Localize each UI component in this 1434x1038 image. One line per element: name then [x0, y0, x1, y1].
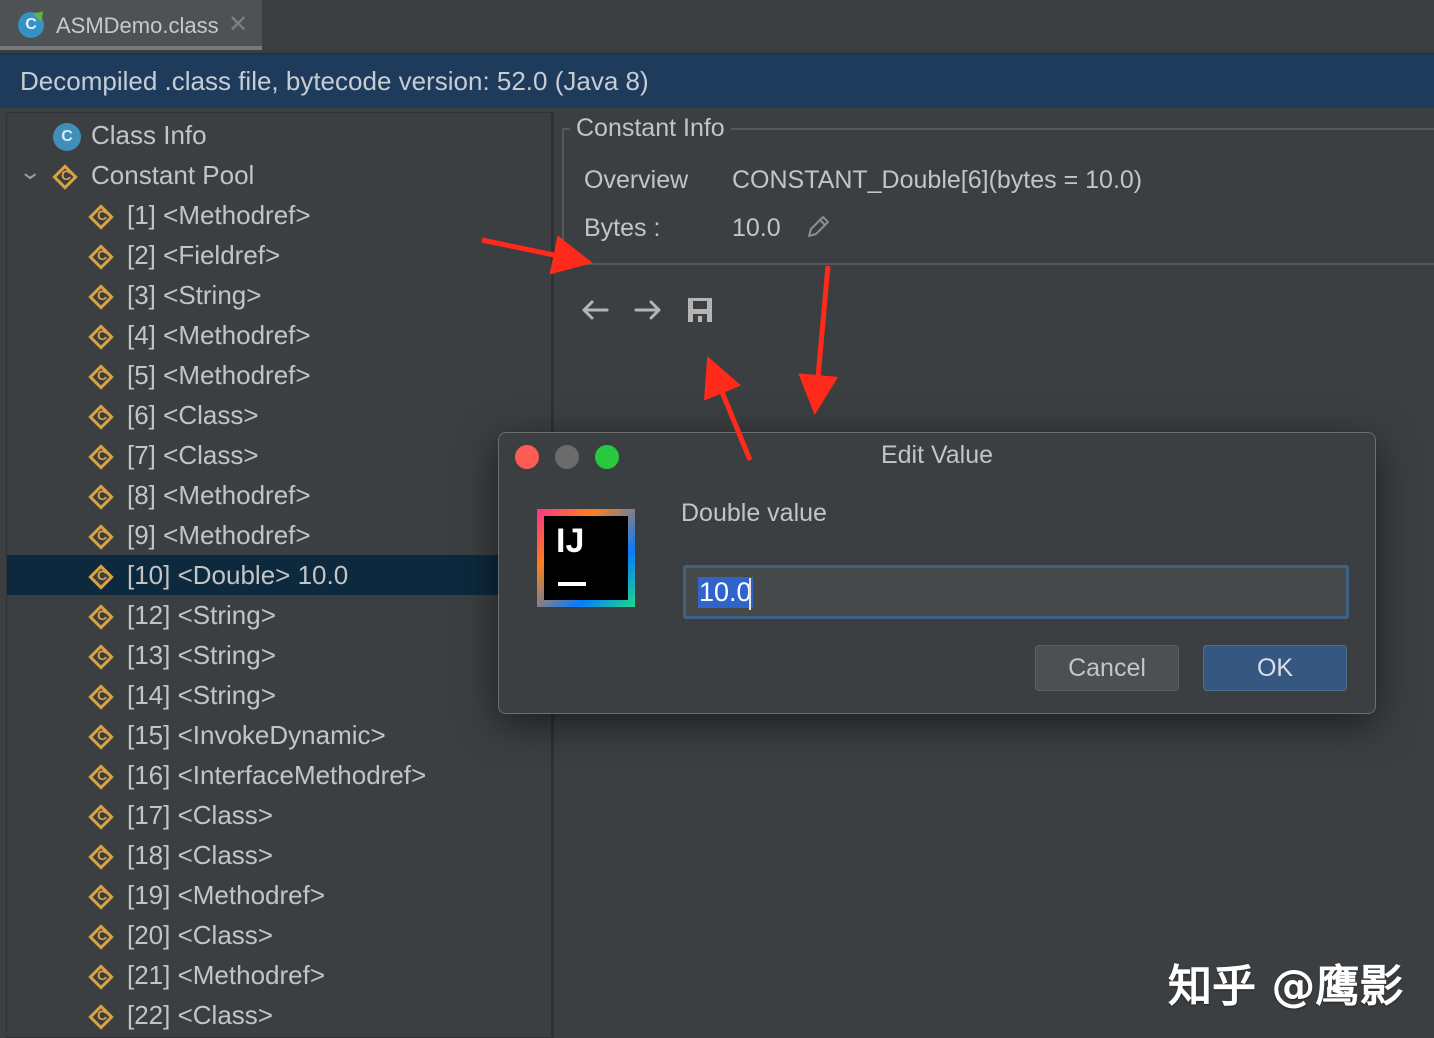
tree-item-constant[interactable]: C [15] <InvokeDynamic> [7, 715, 551, 755]
constant-icon: C [88, 924, 115, 951]
close-icon[interactable]: ✕ [228, 10, 248, 39]
tree-item-label: [12] <String> [127, 600, 276, 630]
tree-item-constant[interactable]: C [10] <Double> 10.0 [7, 555, 551, 595]
constant-icon: C [88, 244, 115, 271]
edit-value-dialog: Edit Value IJ Double value 10.0 Cancel O… [498, 432, 1376, 714]
arrow-right-icon[interactable] [631, 293, 665, 327]
constant-icon: C [88, 724, 115, 751]
tree-item-constant[interactable]: C [13] <String> [7, 635, 551, 675]
intellij-logo-icon: IJ [537, 509, 635, 607]
tree-item-constant[interactable]: C [22] <Class> [7, 995, 551, 1035]
tree-item-constant[interactable]: C [12] <String> [7, 595, 551, 635]
tree-item-label: Constant Pool [91, 160, 255, 190]
tab-asmdemo-class[interactable]: C ASMDemo.class ✕ [0, 0, 262, 50]
tree-item-label: [2] <Fieldref> [127, 240, 281, 270]
tree-item-constant[interactable]: C [5] <Methodref> [7, 355, 551, 395]
constant-icon: C [88, 644, 115, 671]
double-value-input[interactable]: 10.0 [683, 565, 1349, 619]
constant-icon: C [88, 804, 115, 831]
tree-item-constant[interactable]: C [6] <Class> [7, 395, 551, 435]
bytes-value: 10.0 [732, 214, 781, 242]
tree-item-label: [19] <Methodref> [127, 880, 326, 910]
constant-icon: C [88, 884, 115, 911]
tree-item-label: [6] <Class> [127, 400, 259, 430]
tree-item-constant[interactable]: C [14] <String> [7, 675, 551, 715]
constant-icon: C [88, 1004, 115, 1031]
constant-icon: C [88, 484, 115, 511]
input-selected-text: 10.0 [698, 577, 753, 608]
save-icon[interactable] [683, 293, 717, 327]
tree-item-label: [4] <Methodref> [127, 320, 311, 350]
constant-icon: C [88, 604, 115, 631]
tree-item-label: [8] <Methodref> [127, 480, 311, 510]
tree-item-constant[interactable]: C [8] <Methodref> [7, 475, 551, 515]
tree-item-constant[interactable]: C [3] <String> [7, 275, 551, 315]
tree-item-label: [13] <String> [127, 640, 276, 670]
tree-item-label: [21] <Methodref> [127, 960, 326, 990]
constant-icon: C [88, 284, 115, 311]
constant-icon: C [88, 444, 115, 471]
constant-icon: C [88, 844, 115, 871]
constant-info-group [562, 128, 1434, 265]
constant-icon: C [52, 164, 79, 191]
cancel-button[interactable]: Cancel [1035, 645, 1179, 691]
tree-item-label: [14] <String> [127, 680, 276, 710]
tree-item-constant[interactable]: C [18] <Class> [7, 835, 551, 875]
tree-item-label: [17] <Class> [127, 800, 273, 830]
tree-item-label: [20] <Class> [127, 920, 273, 950]
overview-value: CONSTANT_Double[6](bytes = 10.0) [732, 166, 1143, 194]
tree-item-constant[interactable]: C [9] <Methodref> [7, 515, 551, 555]
tree-item-constant[interactable]: C [16] <InterfaceMethodref> [7, 755, 551, 795]
constant-icon: C [88, 204, 115, 231]
arrow-left-icon[interactable] [578, 293, 612, 327]
dialog-title: Edit Value [880, 441, 994, 469]
tree-item-label: [15] <InvokeDynamic> [127, 720, 386, 750]
tree-item-constant[interactable]: C [4] <Methodref> [7, 315, 551, 355]
arrow-to-dialog [798, 265, 839, 415]
tree-item-constant[interactable]: C [20] <Class> [7, 915, 551, 955]
tree-item-constant[interactable]: C [21] <Methodref> [7, 955, 551, 995]
class-file-icon: C [18, 12, 44, 38]
tree-item-label: [7] <Class> [127, 440, 259, 470]
tree-item-constant[interactable]: C [2] <Fieldref> [7, 235, 551, 275]
editor-tab-bar: C ASMDemo.class ✕ [0, 0, 1434, 54]
text-caret [749, 578, 751, 610]
tree-item-class-info[interactable]: C Class Info [7, 115, 551, 155]
constant-info-legend: Constant Info [570, 114, 731, 143]
tree-item-label: [22] <Class> [127, 1000, 273, 1030]
tree-item-constant[interactable]: C [19] <Methodref> [7, 875, 551, 915]
watermark: 知乎 @鹰影 [1168, 961, 1404, 1012]
tree-item-constant-pool[interactable]: ⌄ C Constant Pool [7, 155, 551, 195]
banner-text: Decompiled .class file, bytecode version… [20, 66, 649, 96]
overview-label: Overview [584, 166, 689, 194]
tab-title: ASMDemo.class [56, 13, 219, 38]
constant-icon: C [88, 324, 115, 351]
chevron-down-icon[interactable]: ⌄ [18, 159, 42, 185]
tree-item-constant[interactable]: C [7] <Class> [7, 435, 551, 475]
constant-icon: C [88, 524, 115, 551]
bytes-label: Bytes : [584, 214, 661, 242]
double-value-label: Double value [681, 499, 827, 527]
tree-item-constant[interactable]: C [1] <Methodref> [7, 195, 551, 235]
constant-icon: C [88, 404, 115, 431]
tree-item-constant[interactable]: C [17] <Class> [7, 795, 551, 835]
tree-item-label: [16] <InterfaceMethodref> [127, 760, 427, 790]
tree-item-label: [5] <Methodref> [127, 360, 311, 390]
decompiled-banner: Decompiled .class file, bytecode version… [0, 54, 1434, 108]
tree-item-label: Class Info [91, 120, 207, 150]
tree-item-label: [18] <Class> [127, 840, 273, 870]
ok-button[interactable]: OK [1203, 645, 1347, 691]
tree-item-label: [10] <Double> 10.0 [127, 560, 349, 590]
class-info-icon: C [53, 123, 81, 151]
pencil-icon[interactable] [803, 212, 833, 242]
constant-icon: C [88, 364, 115, 391]
bytecode-tree: C Class Info ⌄ C Constant Pool C [1] <Met… [6, 112, 552, 1038]
constant-icon: C [88, 564, 115, 591]
tree-item-label: [1] <Methodref> [127, 200, 311, 230]
tree-item-label: [3] <String> [127, 280, 262, 310]
tree-item-label: [9] <Methodref> [127, 520, 311, 550]
constant-icon: C [88, 964, 115, 991]
constant-icon: C [88, 764, 115, 791]
constant-icon: C [88, 684, 115, 711]
